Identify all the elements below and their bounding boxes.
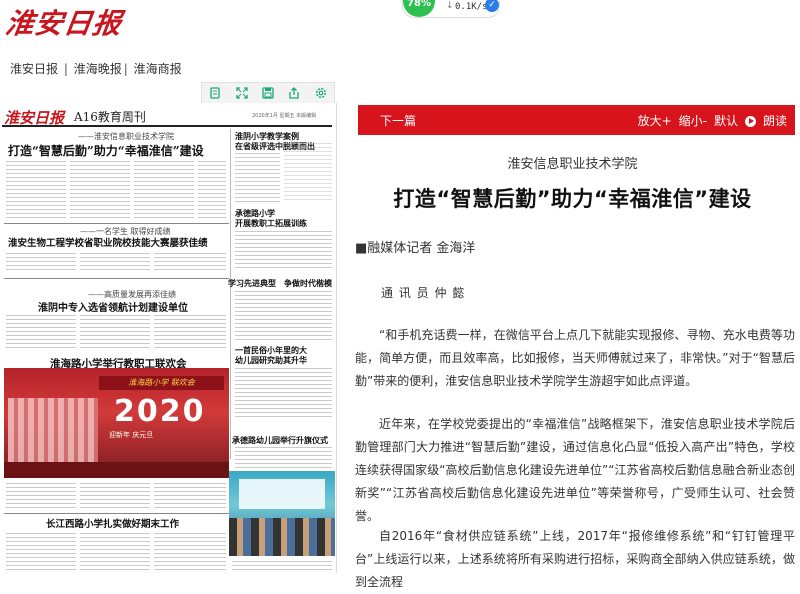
article5-headline[interactable]: 长江西路小学扎实做好期末工作 [46, 516, 179, 530]
page-toolbar [201, 82, 335, 104]
save-icon[interactable] [261, 86, 275, 100]
article1-kicker: ——淮安信息职业技术学院 [78, 132, 174, 141]
photo-year: 2020 [114, 394, 206, 429]
article-paragraph: “和手机充话费一样，在微信平台上点几下就能实现报修、寻物、充水电费等功能，简单方… [355, 328, 795, 388]
article1-text-col [6, 161, 66, 221]
article-paragraph: 自2016年“食材供应链系统”上线，2017年“报修维修系统”和“钉钉管理平台”… [355, 529, 795, 589]
separator: | [60, 62, 72, 76]
section-rule [4, 223, 229, 224]
speed-percent: 78% [403, 0, 435, 17]
read-aloud-button[interactable]: 朗读 [763, 112, 787, 129]
side-headline-2[interactable]: 承德路小学 开展教职工拓展训练 [235, 208, 307, 228]
link-huaihai-business[interactable]: 淮海商报 [134, 62, 182, 76]
side-headline-4[interactable]: 一首民俗小年里的大 幼儿园研究助其升华 [235, 345, 307, 365]
expand-icon[interactable] [235, 86, 249, 100]
article1-text-col [70, 161, 130, 221]
article4-text-col [80, 483, 150, 511]
article2-text-col [80, 253, 150, 273]
newspaper-section: A16教育周刊 [74, 110, 146, 124]
article-byline: ■融媒体记者 金海洋 [355, 241, 476, 256]
download-arrow-icon: ↓ [446, 1, 454, 11]
article3-text-col [154, 315, 226, 349]
network-speed-widget[interactable]: 78% ↓ 0.1K/s ✓ [402, 0, 500, 18]
article-reader: 下一篇 放大+ 缩小- 默认 朗读 淮安信息职业技术学院 打造“智慧后勤”助力“… [345, 103, 800, 589]
article1-text-col [198, 161, 226, 221]
article3-text-col [80, 315, 150, 349]
separator: | [123, 62, 132, 76]
article1-headline[interactable]: 打造“智慧后勤”助力“幸福淮信”建设 [8, 142, 204, 159]
classroom-photo[interactable] [229, 471, 335, 556]
article5-text-col [6, 533, 76, 573]
share-icon[interactable] [287, 86, 301, 100]
reader-toolbar: 下一篇 放大+ 缩小- 默认 朗读 [358, 105, 795, 135]
side-text [235, 231, 332, 269]
article2-text-col [154, 253, 226, 273]
side-headline-3[interactable]: 学习先进典型 争做时代楷模 [228, 278, 336, 289]
photo-banner: 淮海路小学 联欢会 [99, 376, 224, 390]
article2-text-col [6, 253, 76, 273]
article4-text-col [6, 483, 76, 511]
newspaper-page-image[interactable]: 淮安日报 A16教育周刊 2020年1月 星期五 本版编辑 ——淮安信息职业技术… [0, 103, 337, 573]
side-text [232, 561, 332, 573]
side-text [235, 368, 332, 420]
next-article-button[interactable]: 下一篇 [380, 112, 416, 129]
article-paragraph: 近年来，在学校党委提出的“幸福淮信”战略框架下，淮安信息职业技术学院后勤管理部门… [355, 417, 795, 523]
newspaper-header: 淮安日报 A16教育周刊 2020年1月 星期五 本版编辑 [2, 107, 332, 127]
newspaper-date: 2020年1月 星期五 本版编辑 [252, 113, 317, 119]
people-image [229, 518, 335, 556]
page-icon[interactable] [208, 86, 222, 100]
speed-value: 0.1K/s [455, 2, 488, 12]
article3-text-col [6, 315, 76, 349]
photo-subtitle: 迎新年 庆元旦 [109, 431, 154, 439]
reader-tools: 放大+ 缩小- 默认 朗读 [638, 112, 787, 129]
zoom-out-button[interactable]: 缩小- [679, 112, 707, 129]
stage-image [4, 462, 229, 478]
default-size-button[interactable]: 默认 [714, 112, 738, 129]
side-text [235, 447, 332, 469]
article2-headline[interactable]: 淮安生物工程学校省职业院校技能大赛屡获佳绩 [8, 235, 208, 249]
article5-text-col [80, 533, 150, 573]
zoom-in-button[interactable]: 放大+ [638, 112, 672, 129]
article-title: 打造“智慧后勤”助力“幸福淮信”建设 [393, 187, 752, 211]
article5-text-col [154, 533, 226, 573]
link-huaian-daily[interactable]: 淮安日报 [10, 62, 58, 76]
link-huaihai-evening[interactable]: 淮海晚报 [74, 62, 122, 76]
side-text [284, 143, 332, 203]
article3-headline[interactable]: 淮阴中专入选省领航计划建设单位 [38, 299, 188, 314]
publication-links: 淮安日报 | 淮海晚报 | 淮海商报 [10, 60, 182, 77]
article-correspondent: 通 讯 员 仲 懿 [381, 286, 466, 300]
section-rule [4, 278, 229, 279]
side-text [235, 153, 280, 203]
side-text [235, 291, 332, 341]
side-headline-5[interactable]: 承德路幼儿园举行升旗仪式 [232, 435, 336, 446]
column-divider [230, 129, 231, 459]
play-icon[interactable] [744, 116, 756, 127]
site-logo[interactable]: 淮安日报 [3, 2, 125, 42]
article1-text-col [134, 161, 194, 221]
celebration-photo[interactable]: 淮海路小学 联欢会 2020 迎新年 庆元旦 [4, 368, 229, 478]
article4-text-col [154, 483, 226, 511]
newspaper-logo: 淮安日报 [4, 109, 65, 127]
settings-icon[interactable] [314, 86, 328, 100]
whiteboard-image [239, 479, 325, 509]
article-subtitle: 淮安信息职业技术学院 [507, 157, 638, 172]
check-badge-icon: ✓ [485, 0, 499, 12]
section-rule [4, 513, 229, 514]
masthead: 淮安日报 [0, 0, 800, 40]
